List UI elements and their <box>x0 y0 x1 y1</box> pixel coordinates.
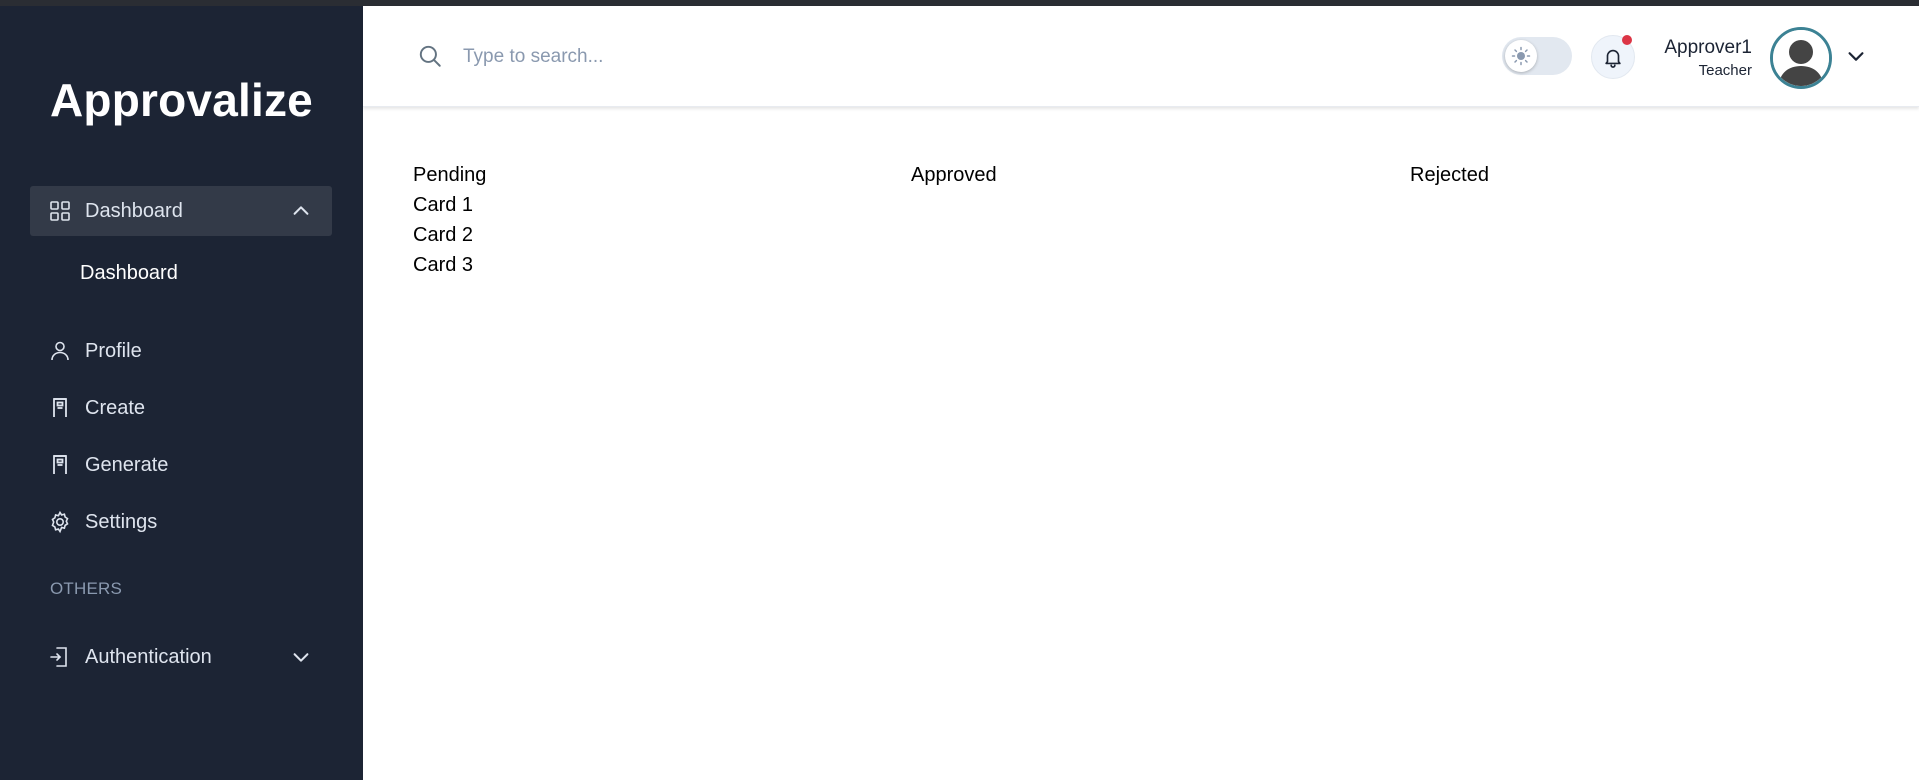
user-icon <box>51 341 69 361</box>
sidebar-item-dashboard[interactable]: Dashboard <box>30 186 332 236</box>
notification-dot <box>1622 35 1632 45</box>
chevron-down-icon[interactable] <box>1845 45 1867 67</box>
sidebar-item-label: Dashboard <box>85 200 183 222</box>
toggle-knob <box>1505 40 1537 72</box>
sidebar-item-label: Profile <box>85 340 142 362</box>
column-title: Pending <box>413 164 487 186</box>
sidebar-item-generate[interactable]: Generate <box>30 440 332 490</box>
sidebar-item-label: Settings <box>85 511 158 533</box>
sidebar-item-authentication[interactable]: Authentication <box>30 632 332 682</box>
sidebar-item-label: Authentication <box>85 646 212 668</box>
sidebar: Approvalize Dashboard Dashboard Profile … <box>0 6 363 780</box>
document-icon <box>53 398 67 417</box>
top-header: Approver1 Teacher <box>363 6 1919 107</box>
dark-mode-toggle[interactable] <box>1502 37 1572 75</box>
sidebar-subitem-dashboard[interactable]: Dashboard <box>80 261 178 285</box>
column-title: Rejected <box>1410 164 1489 186</box>
sidebar-item-create[interactable]: Create <box>30 383 332 433</box>
card-item[interactable]: Card 1 <box>413 190 486 220</box>
user-name[interactable]: Approver1 <box>1664 37 1752 59</box>
column-title: Approved <box>911 164 997 186</box>
column-pending: Pending Card 1 Card 2 Card 3 <box>413 160 486 280</box>
notification-button[interactable] <box>1591 35 1635 79</box>
gear-icon <box>51 510 69 534</box>
section-label-others: OTHERS <box>50 579 123 598</box>
document-icon <box>53 455 67 474</box>
grid-icon <box>50 201 70 221</box>
chevron-down-icon[interactable] <box>290 646 312 668</box>
user-role: Teacher <box>1698 62 1752 79</box>
sidebar-item-settings[interactable]: Settings <box>30 497 332 547</box>
sidebar-item-label: Create <box>85 397 146 419</box>
search-input[interactable] <box>461 40 965 74</box>
sun-icon <box>1511 46 1531 66</box>
search-icon[interactable] <box>417 43 443 69</box>
card-item[interactable]: Card 3 <box>413 250 486 280</box>
user-silhouette-icon <box>1773 30 1829 86</box>
sidebar-item-label: Generate <box>85 454 169 476</box>
app-logo: Approvalize <box>50 74 313 126</box>
sidebar-item-profile[interactable]: Profile <box>30 326 332 376</box>
chevron-up-icon[interactable] <box>290 200 312 222</box>
avatar[interactable] <box>1770 27 1832 89</box>
column-approved: Approved <box>911 160 997 190</box>
column-rejected: Rejected <box>1410 160 1489 190</box>
bell-icon <box>1605 49 1621 68</box>
card-item[interactable]: Card 2 <box>413 220 486 250</box>
login-icon <box>50 647 67 667</box>
